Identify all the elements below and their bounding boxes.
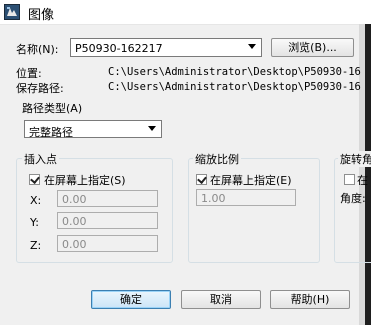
scale-specify-checkbox[interactable]	[196, 174, 207, 185]
save-path-label: 保存路径:	[16, 82, 64, 95]
autocad-app-icon	[4, 4, 20, 20]
x-field[interactable]: 0.00	[57, 190, 158, 207]
angle-label: 角度:	[340, 192, 366, 205]
y-label: Y:	[30, 216, 39, 229]
insertion-specify-checkbox[interactable]	[29, 174, 40, 185]
scale-field[interactable]: 1.00	[196, 189, 296, 206]
chevron-down-icon[interactable]	[148, 126, 156, 131]
path-type-select[interactable]: 完整路径	[24, 120, 162, 139]
name-value: P50930-162217	[75, 42, 163, 55]
chevron-down-icon[interactable]	[248, 44, 256, 49]
ok-button[interactable]: 确定	[91, 290, 171, 309]
cancel-button[interactable]: 取消	[181, 290, 261, 309]
location-label: 位置:	[16, 67, 42, 80]
path-type-value: 完整路径	[29, 126, 73, 139]
insertion-specify-label[interactable]: 在屏幕上指定(S)	[44, 172, 126, 188]
x-label: X:	[30, 194, 42, 207]
rotation-specify-label[interactable]: 在	[357, 172, 368, 188]
path-type-label: 路径类型(A)	[22, 102, 83, 115]
browse-button[interactable]: 浏览(B)...	[271, 38, 354, 57]
rotation-title: 旋转角	[338, 151, 371, 167]
scale-specify-label[interactable]: 在屏幕上指定(E)	[210, 172, 292, 188]
rotation-specify-checkbox[interactable]	[344, 174, 355, 185]
window-title: 图像	[28, 8, 55, 23]
help-button[interactable]: 帮助(H)	[270, 290, 350, 309]
title-bar: 图像	[0, 0, 371, 25]
name-combo[interactable]: P50930-162217	[70, 38, 262, 57]
location-value: C:\Users\Administrator\Desktop\P50930-16…	[108, 66, 361, 78]
name-label: 名称(N):	[16, 43, 59, 56]
z-field[interactable]: 0.00	[57, 235, 158, 252]
y-field[interactable]: 0.00	[57, 212, 158, 229]
z-label: Z:	[30, 239, 42, 252]
scale-title: 缩放比例	[193, 151, 241, 167]
save-path-value: C:\Users\Administrator\Desktop\P50930-16…	[108, 81, 361, 93]
insertion-point-title: 插入点	[22, 151, 59, 167]
